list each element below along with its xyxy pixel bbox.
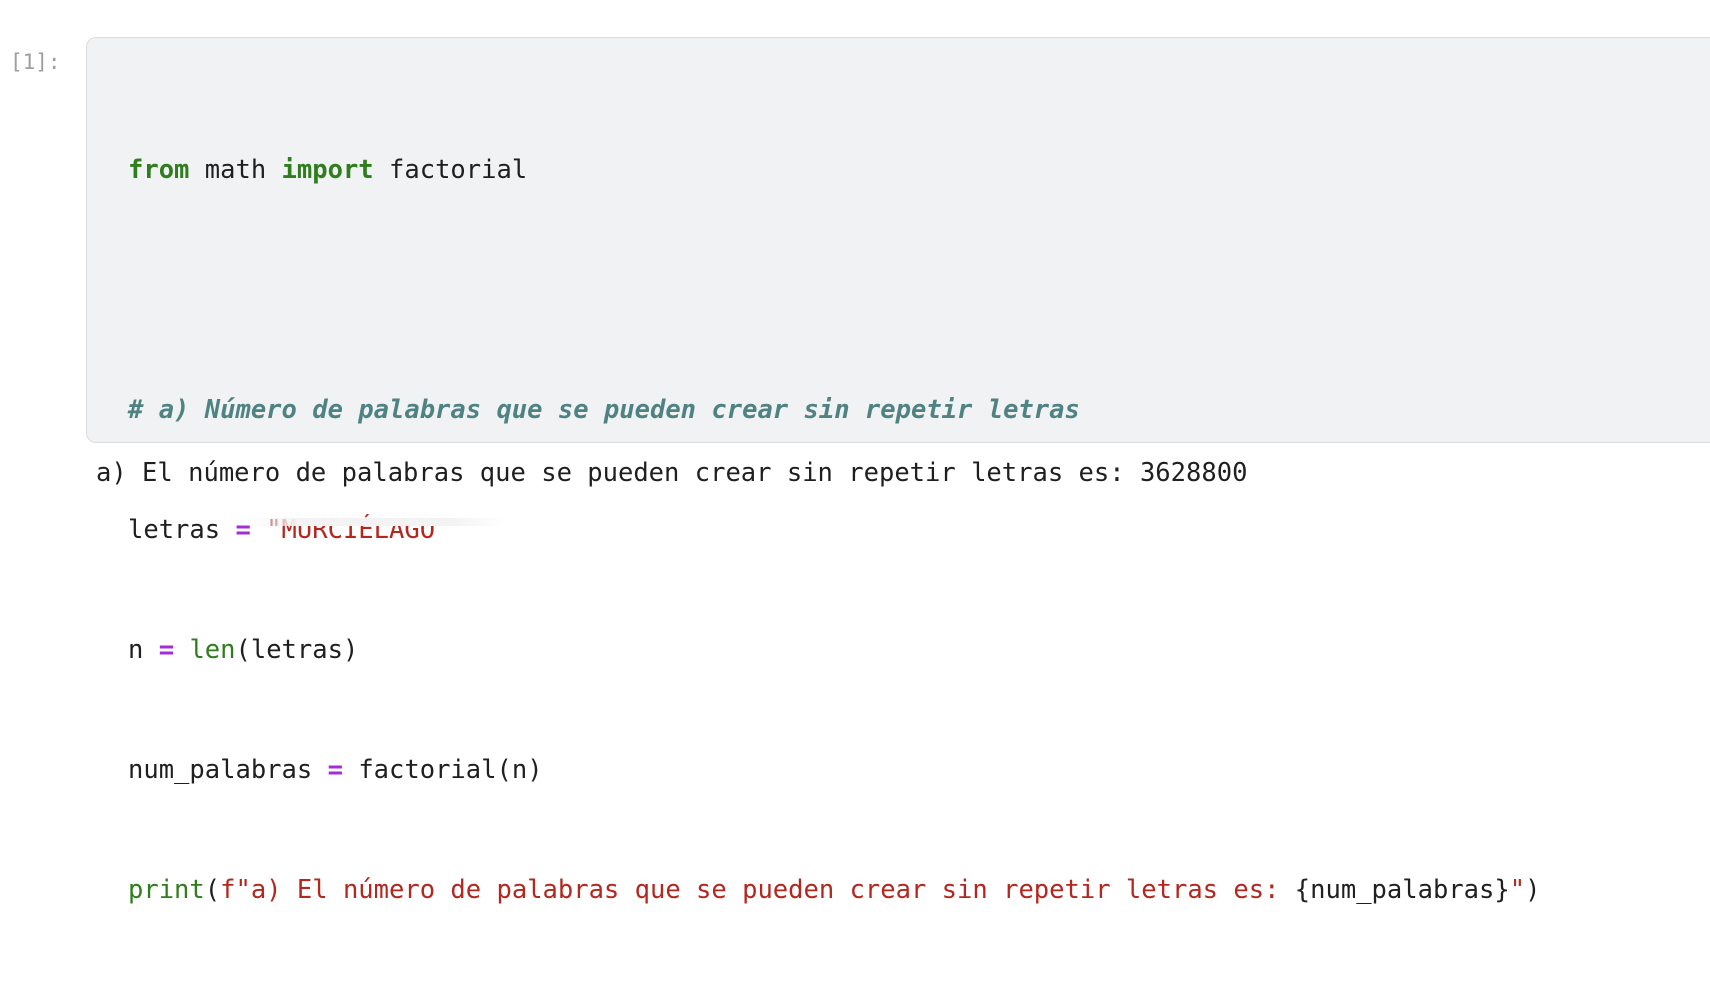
builtin-len: len (189, 635, 236, 665)
execution-count-prompt: [1]: (10, 50, 61, 74)
code-line-7: print(f"a) El número de palabras que se … (128, 870, 1540, 910)
assign-operator: = (158, 635, 175, 665)
code-comment: # a) Número de palabras que se pueden cr… (128, 395, 1080, 425)
code-line-6: num_palabras = factorial(n) (128, 750, 1540, 790)
code-editor[interactable]: from math import factorial # a) Número d… (128, 70, 1540, 990)
close-paren: ) (1525, 875, 1541, 905)
open-paren: ( (204, 875, 221, 905)
code-line-1: from math import factorial (128, 150, 1540, 190)
scroll-shadow-divider (245, 518, 505, 526)
code-line-4: letras = "MURCIÉLAGO" (128, 510, 1540, 550)
factorial-call: factorial(n) (358, 755, 543, 785)
keyword-import: import (281, 155, 374, 185)
fstring-end: " (1509, 875, 1526, 905)
notebook-cell: [1]: from math import factorial # a) Núm… (0, 0, 1710, 905)
keyword-from: from (128, 155, 190, 185)
fstring-interpolation: {num_palabras} (1294, 875, 1510, 905)
variable-letras: letras (128, 515, 236, 545)
code-line-3: # a) Número de palabras que se pueden cr… (128, 390, 1540, 430)
variable-n: n (128, 635, 159, 665)
fstring-start: f"a) El número de palabras que se pueden… (220, 875, 1295, 905)
code-line-5: n = len(letras) (128, 630, 1540, 670)
len-args: (letras) (235, 635, 359, 665)
cell-output: a) El número de palabras que se pueden c… (96, 458, 1248, 488)
builtin-print: print (128, 875, 205, 905)
module-name: math (189, 155, 282, 185)
imported-name: factorial (373, 155, 528, 185)
variable-num-palabras: num_palabras (128, 755, 328, 785)
assign-operator: = (327, 755, 343, 785)
